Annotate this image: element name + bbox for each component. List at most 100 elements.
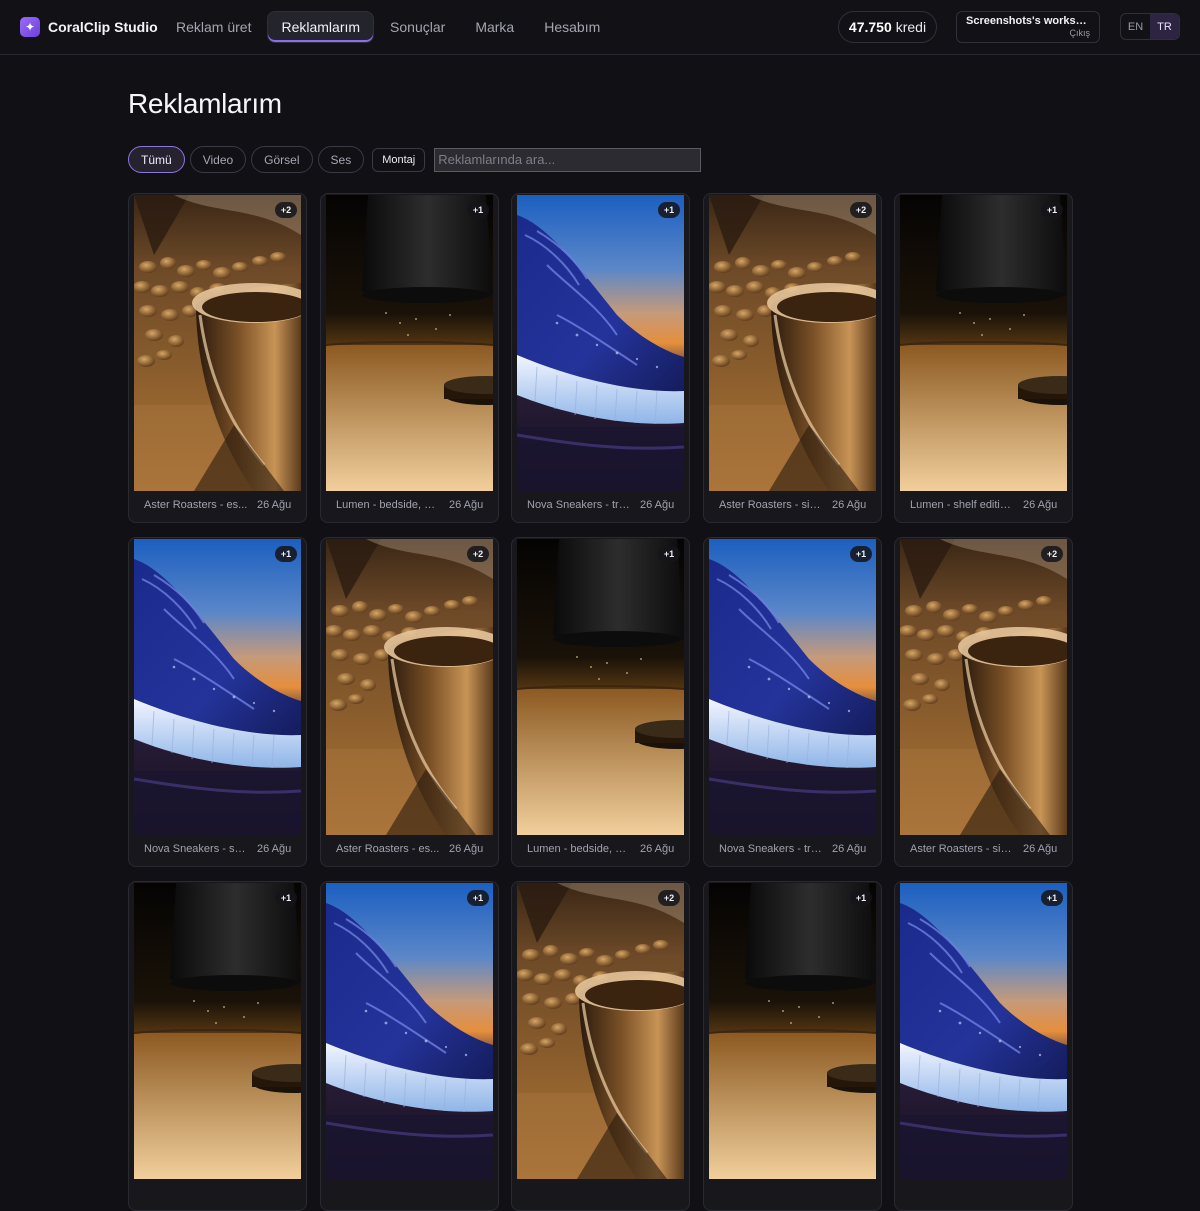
ad-card[interactable]: +1: [320, 881, 499, 1211]
filter-chip-video[interactable]: Video: [189, 146, 247, 173]
variant-count-badge: +2: [467, 546, 489, 562]
lamp-image: [709, 883, 876, 1179]
coffee-cup-image: [326, 539, 493, 835]
lamp-image: [326, 195, 493, 491]
ad-date: 26 Ağu: [832, 499, 867, 511]
nav-item-results[interactable]: Sonuçlar: [376, 11, 459, 43]
nav-item-my-ads[interactable]: Reklamlarım: [267, 11, 375, 43]
ad-meta: Lumen - bedside, di... 26 Ağu: [512, 843, 689, 859]
ad-name: Aster Roasters - sin...: [719, 499, 823, 511]
lamp-image: [517, 539, 684, 835]
ad-card[interactable]: +2 Aster Roasters - sin... 26 Ağu: [703, 193, 882, 523]
lamp-image: [134, 883, 301, 1179]
ad-card[interactable]: +2 Aster Roasters - sin... 26 Ağu: [894, 537, 1073, 867]
sneaker-image: [900, 883, 1067, 1179]
coffee-cup-image: [517, 883, 684, 1179]
ad-meta: Nova Sneakers - tra... 26 Ağu: [704, 843, 881, 859]
nav-item-account[interactable]: Hesabım: [530, 11, 614, 43]
ad-meta: Aster Roasters - es... 26 Ağu: [321, 843, 498, 859]
logout-link[interactable]: Çıkış: [966, 28, 1090, 38]
variant-count-badge: +1: [275, 546, 297, 562]
variant-count-badge: +2: [1041, 546, 1063, 562]
ad-card[interactable]: +2 Aster Roasters - es... 26 Ağu: [320, 537, 499, 867]
nav-item-generate-ad[interactable]: Reklam üret: [162, 11, 265, 43]
sneaker-image: [517, 195, 684, 491]
nav-item-brand[interactable]: Marka: [461, 11, 528, 43]
filter-chip-audio[interactable]: Ses: [317, 146, 365, 173]
ad-name: Nova Sneakers - sol...: [144, 843, 248, 855]
workspace-name: Screenshots's workspa...: [966, 15, 1090, 27]
ad-thumbnail[interactable]: [326, 883, 493, 1179]
page-title: Reklamlarım: [128, 88, 282, 119]
variant-count-badge: +1: [658, 546, 680, 562]
montage-button[interactable]: Montaj: [372, 147, 426, 172]
ad-name: Aster Roasters - es...: [336, 843, 440, 855]
sparkle-icon: ✦: [20, 17, 40, 37]
ad-card[interactable]: +2: [511, 881, 690, 1211]
sneaker-image: [709, 539, 876, 835]
ad-thumbnail[interactable]: [709, 195, 876, 491]
filter-bar: Tümü Video Görsel Ses Montaj: [128, 146, 702, 173]
ad-thumbnail[interactable]: [134, 195, 301, 491]
ad-thumbnail[interactable]: [517, 883, 684, 1179]
ad-meta: Nova Sneakers - sol... 26 Ağu: [129, 843, 306, 859]
ad-card[interactable]: +1 Lumen - shelf editio... 26 Ağu: [894, 193, 1073, 523]
ad-card[interactable]: +1 Nova Sneakers - sol... 26 Ağu: [128, 537, 307, 867]
top-bar: ✦ CoralClip Studio Reklam üret Reklamlar…: [0, 0, 1200, 55]
ad-thumbnail[interactable]: [517, 195, 684, 491]
brand[interactable]: ✦ CoralClip Studio: [20, 17, 158, 37]
ad-thumbnail[interactable]: [900, 539, 1067, 835]
variant-count-badge: +1: [467, 890, 489, 906]
ad-date: 26 Ağu: [1023, 843, 1058, 855]
ad-thumbnail[interactable]: [709, 883, 876, 1179]
ad-date: 26 Ağu: [257, 499, 292, 511]
ad-meta: Lumen - shelf editio... 26 Ağu: [895, 499, 1072, 515]
variant-count-badge: +2: [658, 890, 680, 906]
search-input[interactable]: [434, 147, 702, 172]
ad-meta: Aster Roasters - sin... 26 Ağu: [704, 499, 881, 515]
ad-card[interactable]: +1 Nova Sneakers - tra... 26 Ağu: [511, 193, 690, 523]
variant-count-badge: +1: [275, 890, 297, 906]
variant-count-badge: +2: [275, 202, 297, 218]
ad-thumbnail[interactable]: [709, 539, 876, 835]
sneaker-image: [326, 883, 493, 1179]
coffee-cup-image: [709, 195, 876, 491]
ad-meta: Aster Roasters - sin... 26 Ağu: [895, 843, 1072, 859]
ad-name: Nova Sneakers - tra...: [719, 843, 823, 855]
ad-card[interactable]: +1 Nova Sneakers - tra... 26 Ağu: [703, 537, 882, 867]
ad-card[interactable]: +1 Lumen - bedside, di... 26 Ağu: [320, 193, 499, 523]
credits-amount: 47.750: [848, 19, 892, 35]
credits-balance[interactable]: 47.750 kredi: [838, 11, 937, 43]
ad-date: 26 Ağu: [640, 499, 675, 511]
variant-count-badge: +1: [467, 202, 489, 218]
ad-card[interactable]: +1 Lumen - bedside, di... 26 Ağu: [511, 537, 690, 867]
ad-date: 26 Ağu: [257, 843, 292, 855]
main-nav: Reklam üret Reklamlarım Sonuçlar Marka H…: [162, 11, 616, 43]
ad-thumbnail[interactable]: [326, 195, 493, 491]
ad-date: 26 Ağu: [1023, 499, 1058, 511]
lamp-image: [900, 195, 1067, 491]
ad-thumbnail[interactable]: [517, 539, 684, 835]
ad-thumbnail[interactable]: [134, 883, 301, 1179]
ad-thumbnail[interactable]: [134, 539, 301, 835]
lang-tr-button[interactable]: TR: [1150, 14, 1179, 39]
filter-chip-image[interactable]: Görsel: [251, 146, 313, 173]
app-name: CoralClip Studio: [48, 19, 158, 35]
variant-count-badge: +1: [850, 546, 872, 562]
filter-chip-all[interactable]: Tümü: [128, 146, 185, 173]
ad-thumbnail[interactable]: [326, 539, 493, 835]
ad-card[interactable]: +1: [128, 881, 307, 1211]
ad-name: Aster Roasters - es...: [144, 499, 248, 511]
ad-thumbnail[interactable]: [900, 883, 1067, 1179]
ad-thumbnail[interactable]: [900, 195, 1067, 491]
ad-card[interactable]: +1: [703, 881, 882, 1211]
coffee-cup-image: [134, 195, 301, 491]
variant-count-badge: +1: [658, 202, 680, 218]
ad-card[interactable]: +1: [894, 881, 1073, 1211]
lang-en-button[interactable]: EN: [1121, 14, 1150, 39]
ad-card[interactable]: +2 Aster Roasters - es... 26 Ağu: [128, 193, 307, 523]
workspace-menu[interactable]: Screenshots's workspa... Çıkış: [956, 11, 1100, 43]
language-switcher: EN TR: [1120, 13, 1180, 40]
variant-count-badge: +1: [850, 890, 872, 906]
ad-name: Lumen - shelf editio...: [910, 499, 1014, 511]
